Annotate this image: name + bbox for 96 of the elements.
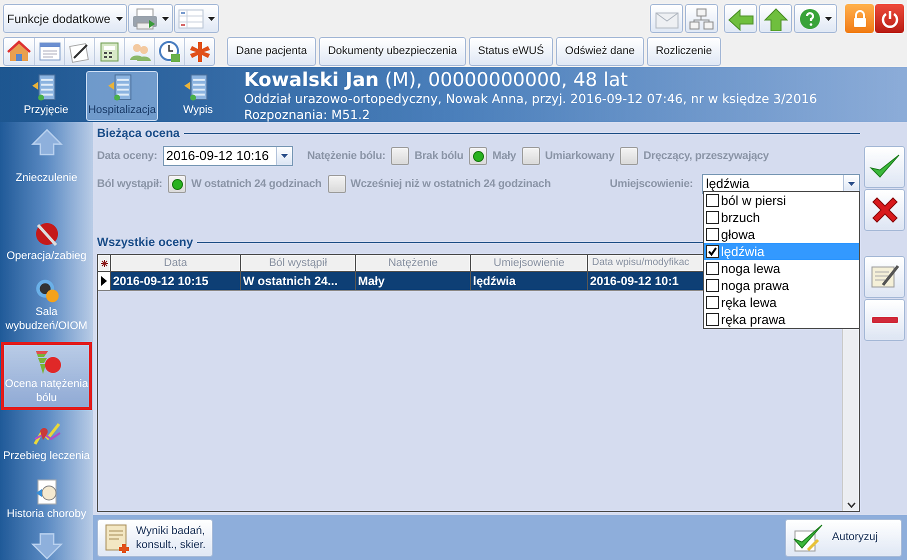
table-cell: 2016-09-12 10:15 xyxy=(111,272,241,290)
checkbox[interactable] xyxy=(706,296,719,309)
caret-icon xyxy=(116,16,124,20)
authorize-button[interactable]: Autoryzuj xyxy=(785,518,902,556)
stage-tab[interactable]: Przyjęcie xyxy=(10,71,82,121)
power-icon xyxy=(880,10,898,28)
stage-tab[interactable]: Wypis xyxy=(162,71,234,121)
edit-button[interactable] xyxy=(864,256,905,298)
list-option[interactable]: ręka lewa xyxy=(704,294,859,311)
table-cell: W ostatnich 24... xyxy=(241,272,356,290)
caret-icon xyxy=(825,16,832,20)
checkbox[interactable] xyxy=(706,228,719,241)
delete-button[interactable] xyxy=(864,299,905,341)
lock-button[interactable] xyxy=(845,4,874,33)
field-label: Data oceny: xyxy=(97,148,158,164)
layout-icon xyxy=(178,8,204,28)
sidebar-item[interactable]: Sala wybudzeń/OIOM xyxy=(1,274,92,336)
checkbox[interactable] xyxy=(706,313,719,326)
checkmark-icon xyxy=(792,522,824,552)
sidebar-item[interactable]: Znieczulenie xyxy=(1,156,92,208)
table-cell: lędźwia xyxy=(471,272,588,290)
checkbox[interactable] xyxy=(706,211,719,224)
toolbar-button[interactable]: Dokumenty ubezpieczenia xyxy=(318,37,466,66)
dot-icon xyxy=(472,150,484,162)
results-button[interactable]: Wyniki badań, konsult., skier. xyxy=(97,518,213,556)
option-label: Dręczący, przeszywający xyxy=(643,148,769,164)
list-option[interactable]: głowa xyxy=(704,226,859,243)
toolbar-button[interactable]: Dane pacjenta xyxy=(227,37,316,66)
option-toggle[interactable] xyxy=(328,175,346,193)
option-toggle[interactable] xyxy=(522,147,540,165)
back-button[interactable] xyxy=(724,4,757,33)
section-title: Bieżąca ocena xyxy=(97,125,180,142)
list-option[interactable]: ręka prawa xyxy=(704,311,859,328)
stage-tab[interactable]: Hospitalizacja xyxy=(86,71,158,121)
minus-icon xyxy=(872,317,898,323)
dropdown-arrow-icon xyxy=(281,154,288,158)
row-pointer-icon xyxy=(101,276,107,286)
caret-icon xyxy=(162,16,170,20)
list-option[interactable]: ból w piersi xyxy=(704,192,859,209)
option-toggle[interactable] xyxy=(168,175,186,193)
option-label: Brak bólu xyxy=(414,148,464,164)
date-field[interactable]: 2016-09-12 10:16 xyxy=(163,146,294,166)
clock-icon xyxy=(158,40,182,64)
option-toggle[interactable] xyxy=(469,147,488,165)
cancel-button[interactable] xyxy=(864,189,905,231)
checkbox[interactable] xyxy=(706,245,719,258)
field-label: Ból wystąpił: xyxy=(97,176,162,192)
layout-button[interactable] xyxy=(174,4,220,33)
diagnosis-info: Rozpoznania: M51.2 xyxy=(244,107,371,123)
checkbox[interactable] xyxy=(706,194,719,207)
asterisk-icon xyxy=(100,260,108,266)
confirm-button[interactable] xyxy=(864,146,905,188)
caret-icon xyxy=(208,16,216,20)
option-toggle[interactable] xyxy=(620,147,638,165)
calculator-icon xyxy=(98,40,122,64)
option-label: Wcześniej niż w ostatnich 24 godzinach xyxy=(350,176,551,192)
printer-icon xyxy=(132,8,158,30)
power-button[interactable] xyxy=(875,4,904,33)
scroll-up-icon[interactable] xyxy=(30,128,64,156)
print-button[interactable] xyxy=(128,4,174,33)
question-icon xyxy=(799,8,821,30)
option-label: Umiarkowany xyxy=(545,148,614,164)
sidebar-item[interactable]: Operacja/zabieg xyxy=(1,216,92,268)
option-label: Mały xyxy=(492,148,516,164)
arrow-left-icon xyxy=(726,6,754,30)
network-button[interactable] xyxy=(685,4,718,33)
toolbar-button[interactable]: Rozliczenie xyxy=(646,37,721,66)
sidebar-item[interactable]: Historia choroby xyxy=(1,474,92,526)
table-cell: Mały xyxy=(356,272,471,290)
house-icon xyxy=(7,40,31,64)
menu-button[interactable]: Funkcje dodatkowe xyxy=(3,4,128,33)
option-toggle[interactable] xyxy=(391,147,410,165)
window-list-icon xyxy=(38,40,62,64)
star-of-life-icon xyxy=(188,40,212,64)
checkbox[interactable] xyxy=(706,279,719,292)
ward-info: Oddział urazowo-ortopedyczny, Nowak Anna, przyj. 2016-09-12 07:46, nr w księdze 3/2016 xyxy=(244,91,818,107)
section-title: Wszystkie oceny xyxy=(97,234,194,251)
checkbox[interactable] xyxy=(706,262,719,275)
patient-title: Kowalski Jan (M), 00000000000, 48 lat xyxy=(244,69,629,91)
field-label: Natężenie bólu: xyxy=(307,148,386,164)
up-button[interactable] xyxy=(759,4,792,33)
documents-icon xyxy=(104,522,132,552)
arrow-up-icon xyxy=(762,6,790,30)
help-button[interactable] xyxy=(794,4,837,33)
list-option[interactable]: brzuch xyxy=(704,209,859,226)
network-icon xyxy=(688,6,716,30)
scroll-down-icon[interactable] xyxy=(846,502,856,508)
checkmark-icon xyxy=(708,247,717,256)
sidebar-item[interactable]: Przebieg leczenia xyxy=(1,416,92,468)
toolbar-button[interactable]: Odśwież dane xyxy=(556,37,644,66)
dot-icon xyxy=(172,178,183,190)
lock-icon xyxy=(852,10,868,28)
option-label: W ostatnich 24 godzinach xyxy=(191,176,322,192)
field-label: Umiejscowienie: xyxy=(610,176,693,192)
toolbar-button[interactable]: Status eWUŚ xyxy=(468,37,554,66)
dropdown-arrow-icon xyxy=(848,182,855,186)
